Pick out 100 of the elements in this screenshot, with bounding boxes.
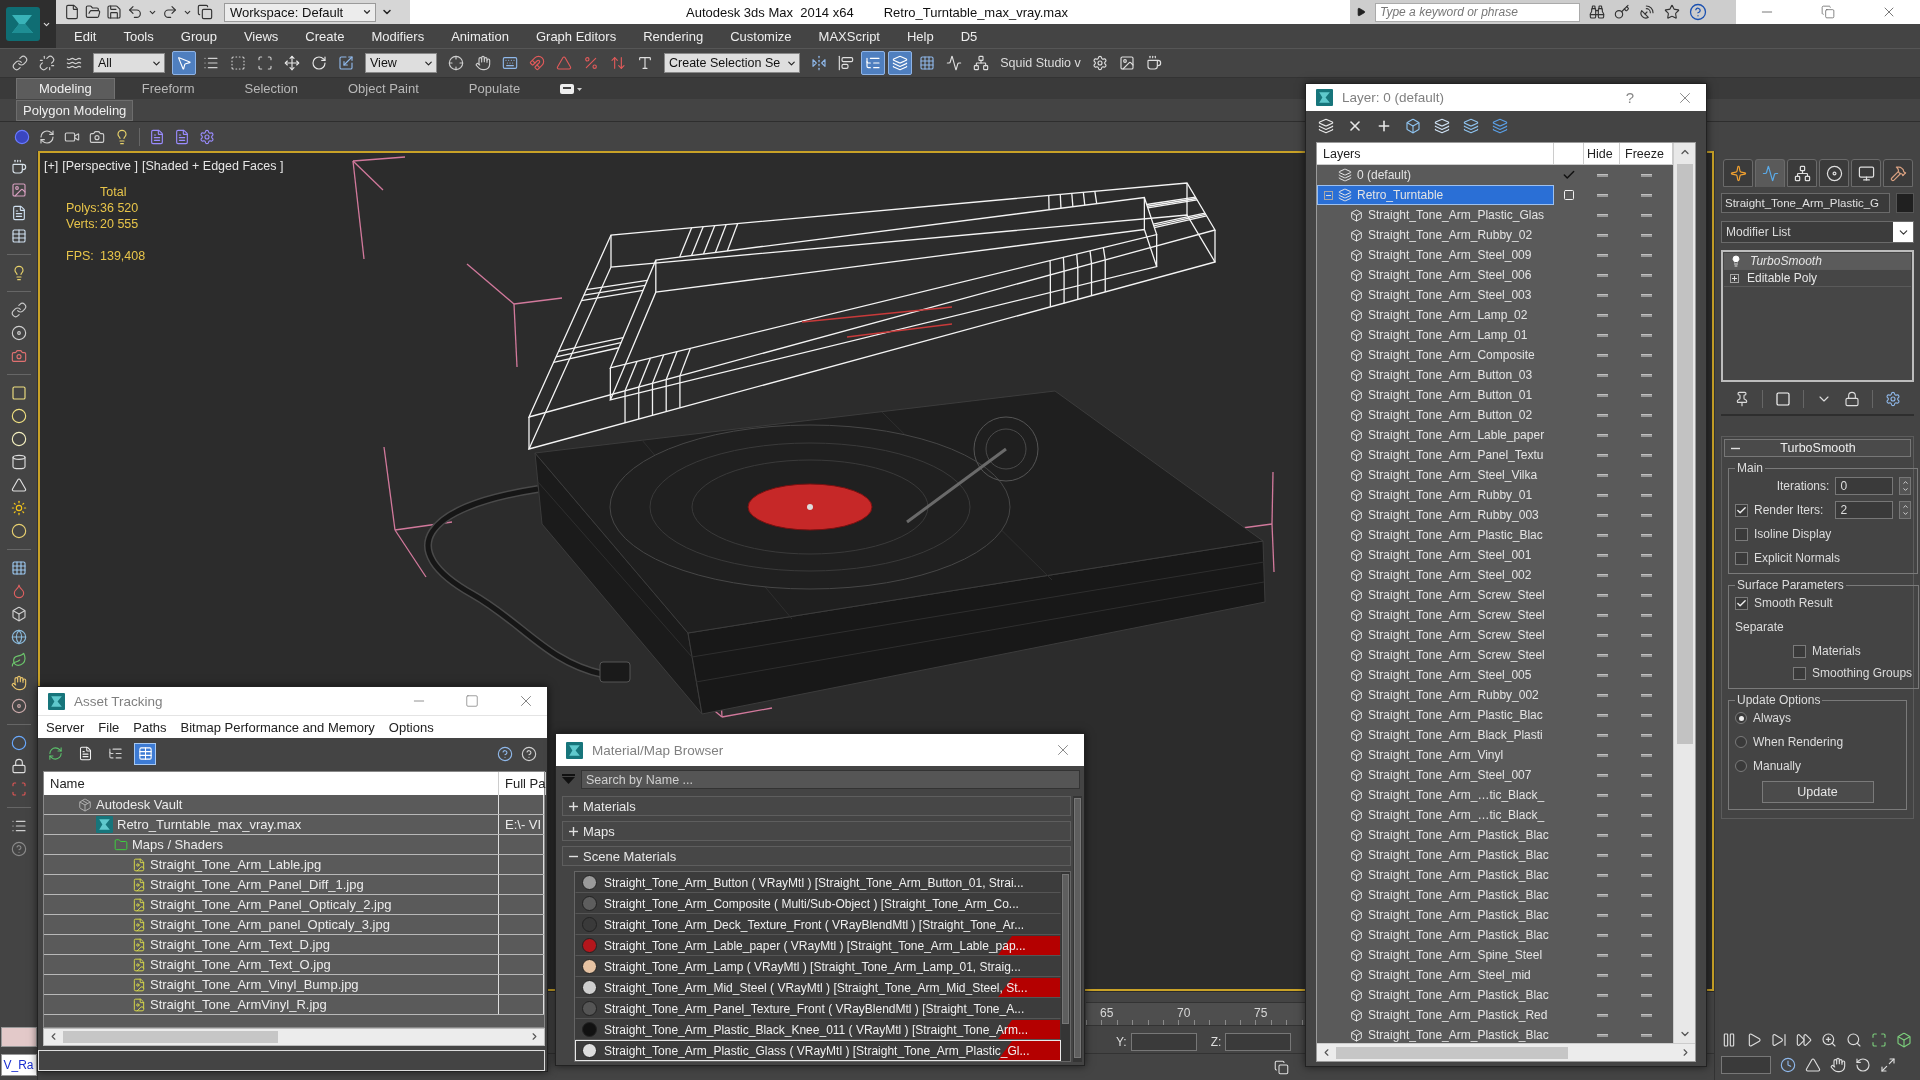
script-output-field[interactable] — [0, 1027, 37, 1047]
dash-icon[interactable] — [1641, 773, 1652, 777]
dash-icon[interactable] — [1596, 573, 1608, 577]
dash-icon[interactable] — [1641, 313, 1652, 317]
undo-icon[interactable] — [127, 4, 143, 20]
fast-forward-icon[interactable] — [1796, 1032, 1812, 1048]
menu-item[interactable]: Create — [305, 28, 345, 44]
dash-icon[interactable] — [1596, 453, 1608, 457]
dash-icon[interactable] — [1641, 653, 1652, 657]
dash-icon[interactable] — [1596, 813, 1608, 817]
layer-item[interactable]: Straight_Tone_Arm_Steel_mid — [1317, 965, 1554, 985]
viewport-label[interactable]: [Perspective ] — [62, 159, 138, 173]
dash-icon[interactable] — [1641, 173, 1652, 177]
horizontal-scrollbar[interactable] — [1317, 1043, 1695, 1061]
layer-item[interactable]: Straight_Tone_Arm_Steel_002 — [1317, 565, 1554, 585]
menu-item[interactable]: Rendering — [643, 28, 704, 44]
dash-icon[interactable] — [1596, 593, 1608, 597]
frame-field[interactable] — [1721, 1056, 1771, 1074]
dash-icon[interactable] — [1641, 973, 1652, 977]
globe-icon[interactable] — [10, 629, 27, 645]
search-field[interactable]: Type a keyword or phrase — [1375, 2, 1580, 22]
menu-item[interactable]: Animation — [451, 28, 509, 44]
layer-item[interactable]: Straight_Tone_Arm_Panel_Textu — [1317, 445, 1554, 465]
dash-icon[interactable] — [1641, 593, 1652, 597]
menu-item[interactable]: Paths — [133, 719, 167, 735]
dash-icon[interactable] — [1596, 893, 1608, 897]
group-header[interactable]: Scene Materials — [562, 846, 1071, 866]
coordinate-field[interactable] — [1225, 1033, 1292, 1051]
radio-button[interactable] — [1735, 760, 1747, 772]
plus-icon[interactable] — [569, 801, 578, 811]
rotate-icon[interactable] — [1855, 1057, 1871, 1073]
material-item[interactable]: Straight_Tone_Arm_Deck_Texture_Front ( VRayBlendMtl ) [Straight_Tone_Ar... — [575, 914, 1061, 935]
dash-icon[interactable] — [1641, 273, 1652, 277]
box-icon[interactable] — [10, 606, 27, 622]
modifier-list-dropdown[interactable]: Modifier List — [1721, 221, 1914, 243]
hand-icon[interactable] — [10, 675, 27, 691]
lightbulb-icon[interactable] — [114, 128, 130, 145]
dash-icon[interactable] — [1596, 513, 1608, 517]
dash-icon[interactable] — [1596, 853, 1608, 857]
dash-icon[interactable] — [1596, 733, 1608, 737]
column-header[interactable]: Name — [44, 772, 499, 796]
menu-item[interactable]: File — [98, 719, 120, 735]
vertical-scrollbar[interactable] — [1673, 143, 1695, 1043]
disc-icon[interactable] — [10, 698, 27, 714]
dropdown[interactable]: Create Selection Se — [664, 53, 801, 73]
layers-icon[interactable] — [1463, 118, 1479, 134]
settings-icon[interactable] — [1885, 391, 1901, 407]
menu-item[interactable]: Options — [388, 719, 434, 735]
dropdown[interactable]: View — [365, 53, 437, 73]
dash-icon[interactable] — [1641, 753, 1652, 757]
ribbon-tab[interactable]: Selection — [221, 78, 321, 99]
caret-icon[interactable] — [362, 7, 372, 17]
dash-icon[interactable] — [1596, 353, 1608, 357]
dash-icon[interactable] — [1641, 353, 1652, 357]
layer-item[interactable]: Straight_Tone_Arm_Black_Plasti — [1317, 725, 1554, 745]
scrollbar-thumb[interactable] — [63, 1030, 278, 1043]
dash-icon[interactable] — [1641, 193, 1652, 197]
cube-icon[interactable] — [1405, 118, 1421, 134]
layer-item[interactable]: Straight_Tone_Arm_Plastic_Blac — [1317, 705, 1554, 725]
dash-icon[interactable] — [1596, 193, 1608, 197]
skip-forward-icon[interactable] — [1771, 1032, 1787, 1048]
material-item[interactable]: Straight_Tone_Arm_Lamp ( VRayMtl ) [Straight_Tone_Arm_Lamp_01, Straig... — [575, 956, 1061, 977]
ribbon-tab[interactable]: Populate — [445, 78, 544, 99]
dash-icon[interactable] — [1641, 533, 1652, 537]
pause-icon[interactable] — [1721, 1032, 1737, 1048]
dash-icon[interactable] — [1641, 813, 1652, 817]
dash-icon[interactable] — [1596, 273, 1608, 277]
material-item[interactable]: Straight_Tone_Arm_Composite ( Multi/Sub-Object ) [Straight_Tone_Arm_Co... — [575, 893, 1061, 914]
update-button[interactable]: Update — [1761, 781, 1874, 803]
column-header[interactable]: Hide — [1584, 143, 1620, 164]
spinner-field[interactable]: 2 — [1835, 501, 1894, 519]
dash-icon[interactable] — [1641, 873, 1652, 877]
scrollbar-thumb[interactable] — [1062, 874, 1069, 1024]
play-icon[interactable] — [1356, 7, 1366, 17]
key-icon[interactable] — [1614, 4, 1630, 20]
dash-icon[interactable] — [1641, 1013, 1652, 1017]
menu-item[interactable]: Tools — [123, 28, 154, 44]
redo-icon[interactable] — [162, 4, 178, 20]
menu-item[interactable]: MAXScript — [818, 28, 880, 44]
leaf-icon[interactable] — [10, 652, 27, 668]
document-icon[interactable] — [149, 128, 165, 145]
dash-icon[interactable] — [1641, 553, 1652, 557]
dash-icon[interactable] — [1596, 173, 1608, 177]
monitor-icon[interactable] — [1857, 164, 1875, 182]
satellite-dish-icon[interactable] — [1639, 4, 1655, 20]
dash-icon[interactable] — [1596, 433, 1608, 437]
gear-icon[interactable] — [199, 128, 215, 145]
lock-icon[interactable] — [1844, 391, 1860, 407]
layer-item[interactable]: Straight_Tone_Arm_Steel_005 — [1317, 665, 1554, 685]
coordinate-field[interactable] — [1130, 1033, 1197, 1051]
copy-icon[interactable] — [1274, 1059, 1289, 1075]
layers-icon[interactable] — [1338, 168, 1352, 182]
dash-icon[interactable] — [1641, 993, 1652, 997]
dash-icon[interactable] — [1641, 513, 1652, 517]
dash-icon[interactable] — [1641, 213, 1652, 217]
layer-item[interactable]: Straight_Tone_Arm_Screw_Steel — [1317, 625, 1554, 645]
layer-item[interactable]: Straight_Tone_Arm_Spine_Steel — [1317, 945, 1554, 965]
layer-item[interactable]: Straight_Tone_Arm_Rubby_002 — [1317, 685, 1554, 705]
disc-icon[interactable] — [10, 325, 27, 341]
dash-icon[interactable] — [1641, 853, 1652, 857]
